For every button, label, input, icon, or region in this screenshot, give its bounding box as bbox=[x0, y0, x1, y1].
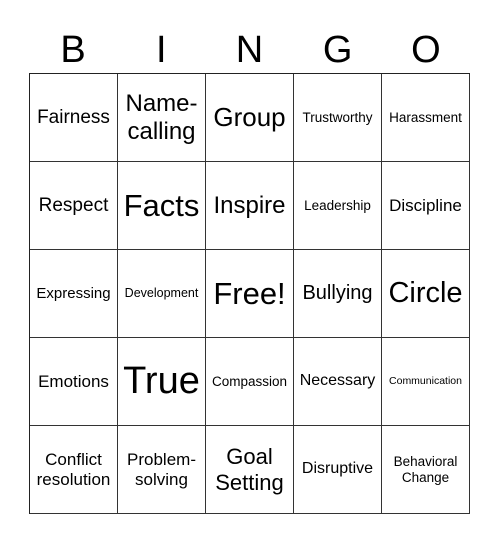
bingo-cell: Leadership bbox=[294, 162, 382, 250]
bingo-cell: Facts bbox=[118, 162, 206, 250]
bingo-header: B I N G O bbox=[29, 28, 470, 72]
bingo-cell: Behavioral Change bbox=[382, 426, 470, 514]
bingo-cell: Goal Setting bbox=[206, 426, 294, 514]
bingo-grid: Fairness Name-calling Group Trustworthy … bbox=[29, 73, 470, 514]
bingo-cell: Group bbox=[206, 74, 294, 162]
bingo-cell: Bullying bbox=[294, 250, 382, 338]
header-letter-g: G bbox=[322, 29, 353, 71]
bingo-cell: Expressing bbox=[30, 250, 118, 338]
bingo-cell: Conflict resolution bbox=[30, 426, 118, 514]
bingo-cell: Communication bbox=[382, 338, 470, 426]
bingo-cell: Name-calling bbox=[118, 74, 206, 162]
bingo-cell: Compassion bbox=[206, 338, 294, 426]
header-letter-i: I bbox=[156, 29, 167, 71]
bingo-cell: Trustworthy bbox=[294, 74, 382, 162]
bingo-cell: Disruptive bbox=[294, 426, 382, 514]
bingo-cell: Necessary bbox=[294, 338, 382, 426]
bingo-cell: Problem-solving bbox=[118, 426, 206, 514]
bingo-cell: True bbox=[118, 338, 206, 426]
header-letter-n: N bbox=[235, 29, 264, 71]
header-letter-o: O bbox=[411, 29, 441, 71]
bingo-cell: Emotions bbox=[30, 338, 118, 426]
bingo-cell: Discipline bbox=[382, 162, 470, 250]
bingo-cell: Fairness bbox=[30, 74, 118, 162]
bingo-cell: Circle bbox=[382, 250, 470, 338]
bingo-cell: Inspire bbox=[206, 162, 294, 250]
bingo-cell free-space: Free! bbox=[206, 250, 294, 338]
bingo-cell: Development bbox=[118, 250, 206, 338]
bingo-cell: Respect bbox=[30, 162, 118, 250]
bingo-cell: Harassment bbox=[382, 74, 470, 162]
header-letter-b: B bbox=[60, 29, 86, 71]
